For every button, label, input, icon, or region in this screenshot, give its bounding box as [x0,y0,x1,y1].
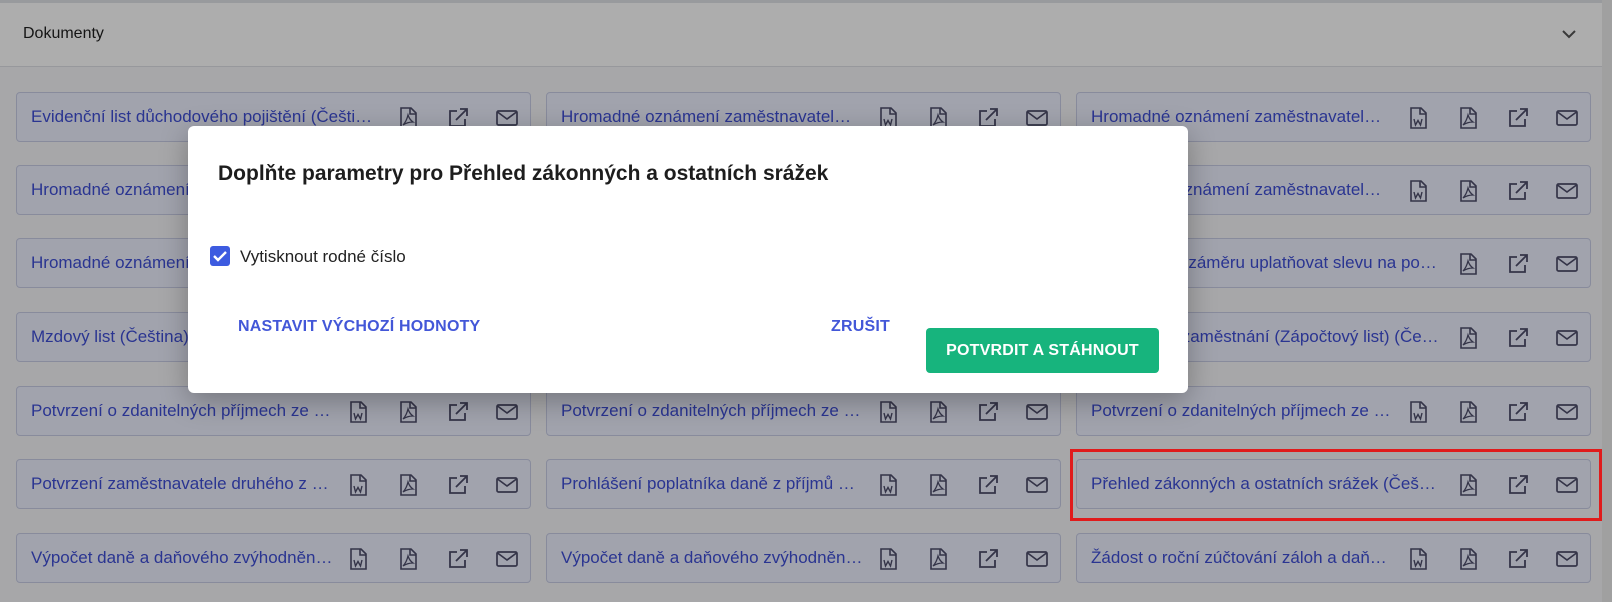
dialog-title: Doplňte parametry pro Přehled zákonných … [218,162,829,185]
checkbox[interactable] [210,246,230,266]
highlight-box [1070,449,1602,521]
checkbox-label: Vytisknout rodné číslo [240,247,406,266]
confirm-download-button[interactable]: POTVRDIT A STÁHNOUT [926,328,1159,373]
reset-defaults-button[interactable]: NASTAVIT VÝCHOZÍ HODNOTY [238,318,480,336]
parameters-dialog: Doplňte parametry pro Přehled zákonných … [188,126,1188,393]
checkmark-icon [213,251,227,262]
cancel-button[interactable]: ZRUŠIT [831,318,890,336]
